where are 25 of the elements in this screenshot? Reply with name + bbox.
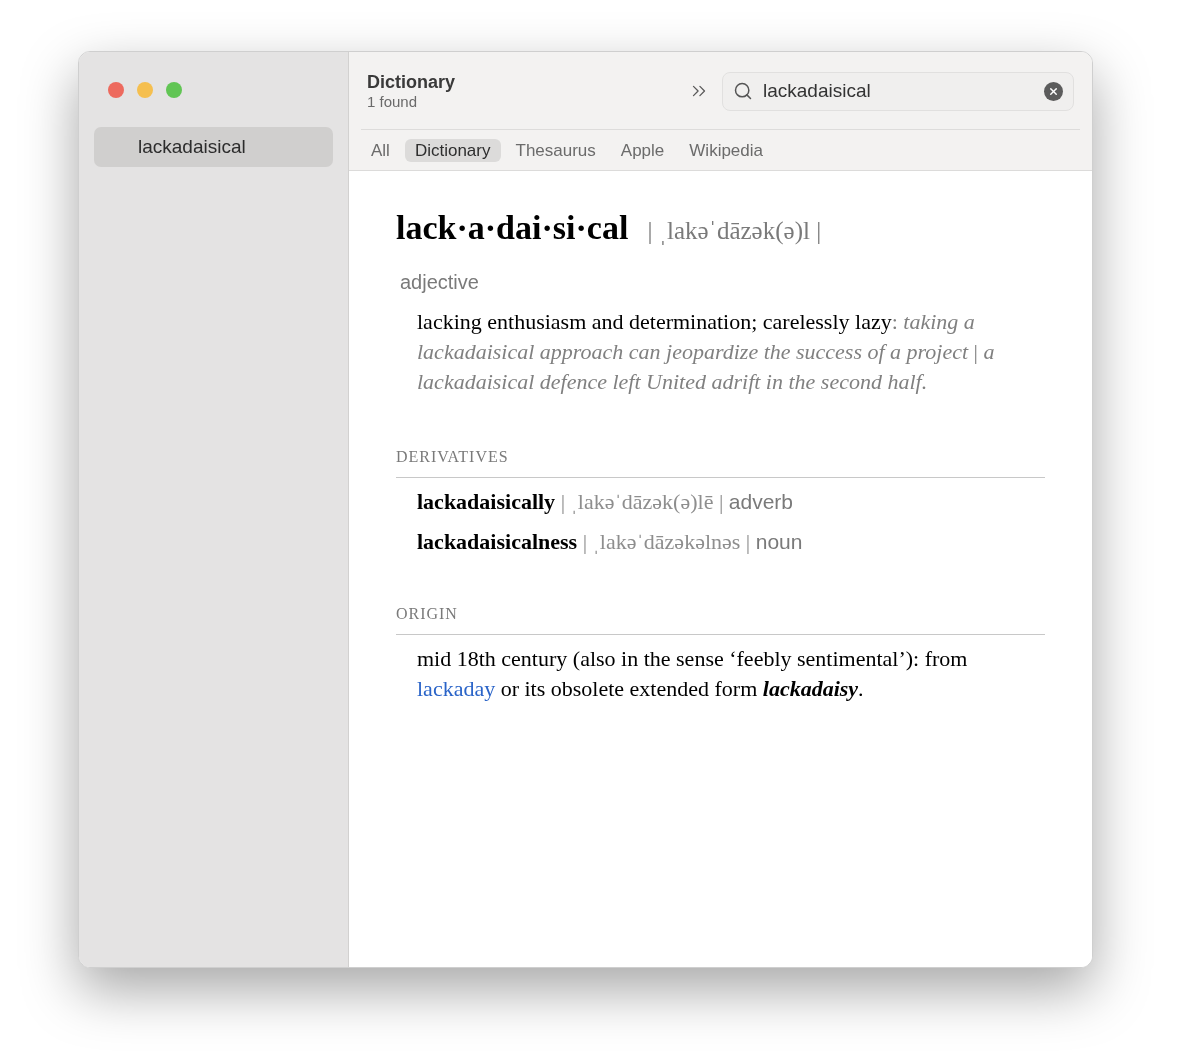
window-title: Dictionary <box>367 71 456 93</box>
search-field[interactable]: lackadaisical <box>722 71 1074 111</box>
sidebar-item[interactable]: lackadaisical <box>94 127 333 167</box>
derivative-entry: lackadaisically | ˌlakəˈdāzək(ə)lē | adverb <box>417 487 794 516</box>
lackaday-link[interactable]: lackaday <box>417 675 496 701</box>
derivative-entry: lackadaisicalness | ˌlakəˈdāzəkəlnəs | noun <box>417 527 803 556</box>
minimize-button[interactable] <box>137 82 153 98</box>
section-heading: DERIVATIVES <box>396 447 509 465</box>
section-heading: ORIGIN <box>396 604 458 622</box>
tab[interactable]: Apple <box>610 138 675 162</box>
clear-icon[interactable] <box>1044 81 1063 101</box>
tab[interactable]: Thesaurus <box>505 138 606 162</box>
headword: lack·a·dai·si·cal <box>396 208 629 248</box>
part-of-speech: adjective <box>400 269 479 294</box>
close-button[interactable] <box>108 82 124 98</box>
tab[interactable]: Wikipedia <box>679 138 773 162</box>
origin-text: mid 18th century (also in the sense ‘feebly sentimental’): from lackaday or its obsolete extended form lackadaisy. <box>417 644 969 703</box>
result-count: 1 found <box>367 93 419 111</box>
search-text: lackadaisical <box>763 78 872 103</box>
tab[interactable]: All <box>361 138 400 162</box>
tab[interactable]: Dictionary <box>404 138 501 162</box>
search-icon <box>733 81 753 101</box>
pronunciation-text: | ˌlakəˈdāzək(ə)l | <box>647 216 822 247</box>
definition-text: lacking enthusiasm and determination; carelessly lazy: taking a lackadaisical approach can jeopardize the success of a project | a lackadaisical defence left United adrift in the second half. <box>417 307 996 396</box>
zoom-button[interactable] <box>166 82 182 98</box>
